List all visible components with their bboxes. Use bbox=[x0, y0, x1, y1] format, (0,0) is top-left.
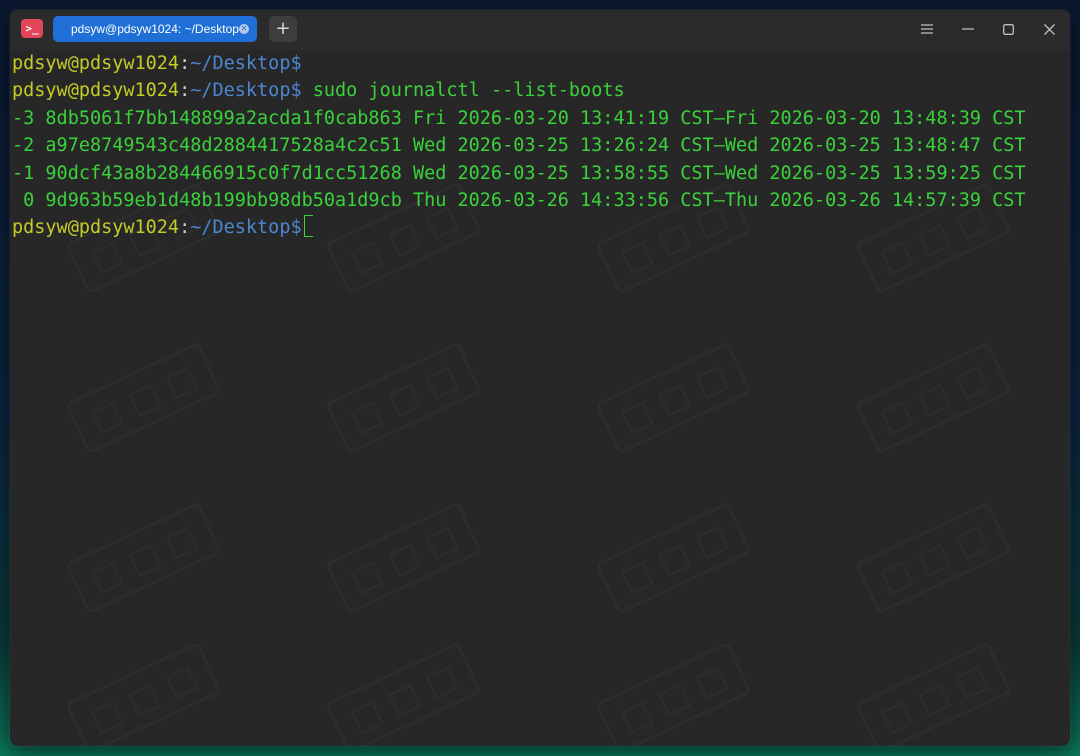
tab-close-icon[interactable]: ✕ bbox=[239, 24, 249, 34]
prompt-colon: : bbox=[179, 217, 191, 239]
close-icon[interactable] bbox=[1039, 19, 1059, 39]
terminal-window: >_ pdsyw@pdsyw1024: ~/Desktop ✕ + pdsyw@… bbox=[10, 10, 1070, 746]
boot-list-row: -2 a97e8749543c48d2884417528a4c2c51 Wed … bbox=[12, 135, 1026, 157]
text-cursor bbox=[303, 215, 313, 238]
boot-list-row: -1 90dcf43a8b284466915c0f7d1cc51268 Wed … bbox=[12, 162, 1026, 184]
prompt-path: ~/Desktop$ bbox=[190, 53, 302, 74]
prompt-path: ~/Desktop$ bbox=[190, 80, 302, 102]
prompt-user: pdsyw@pdsyw1024 bbox=[12, 217, 180, 239]
prompt-line: pdsyw@pdsyw1024:~/Desktop$ bbox=[12, 50, 1070, 77]
boot-list-row: -3 8db5061f7bb148899a2acda1f0cab863 Fri … bbox=[12, 107, 1026, 129]
maximize-icon[interactable] bbox=[998, 19, 1018, 39]
prompt-colon: : bbox=[179, 80, 191, 102]
active-prompt-line[interactable]: pdsyw@pdsyw1024:~/Desktop$ bbox=[12, 214, 1070, 241]
command-text: sudo journalctl --list-boots bbox=[301, 80, 625, 102]
minimize-icon[interactable] bbox=[958, 19, 978, 39]
prompt-path: ~/Desktop$ bbox=[190, 217, 302, 239]
command-line: pdsyw@pdsyw1024:~/Desktop$ sudo journalc… bbox=[12, 77, 1070, 104]
prompt-user: pdsyw@pdsyw1024 bbox=[12, 53, 180, 74]
terminal-output-area[interactable]: pdsyw@pdsyw1024:~/Desktop$ pdsyw@pdsyw10… bbox=[10, 50, 1070, 746]
terminal-icon[interactable]: >_ bbox=[21, 19, 43, 38]
prompt-user: pdsyw@pdsyw1024 bbox=[12, 80, 180, 102]
new-tab-button[interactable]: + bbox=[269, 16, 297, 42]
prompt-colon: : bbox=[179, 53, 191, 74]
menu-icon[interactable] bbox=[917, 19, 937, 39]
tab-title: pdsyw@pdsyw1024: ~/Desktop bbox=[71, 22, 239, 36]
boot-list-row: 0 9d963b59eb1d48b199bb98db50a1d9cb Thu 2… bbox=[12, 189, 1026, 211]
tab-terminal[interactable]: pdsyw@pdsyw1024: ~/Desktop ✕ bbox=[53, 16, 257, 42]
title-bar: >_ pdsyw@pdsyw1024: ~/Desktop ✕ + bbox=[10, 10, 1070, 50]
